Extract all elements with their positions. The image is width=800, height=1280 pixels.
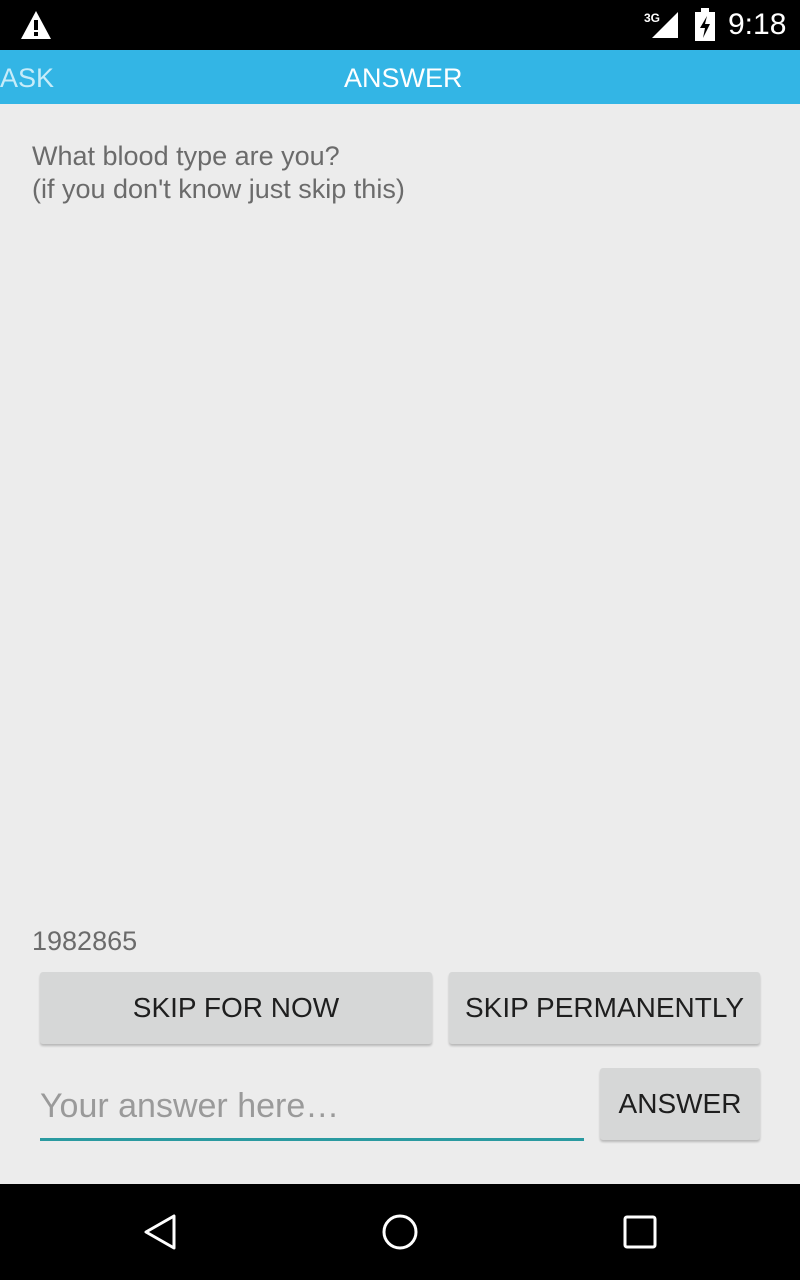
answer-button-label: ANSWER	[618, 1088, 742, 1119]
tab-answer[interactable]: ANSWER	[344, 50, 463, 104]
skip-permanently-button[interactable]: SKIP PERMANENTLY	[449, 972, 760, 1044]
skip-permanently-label: SKIP PERMANENTLY	[464, 992, 745, 1023]
status-time: 9:18	[728, 8, 787, 41]
tab-ask[interactable]: ASK	[0, 50, 54, 104]
question-text: What blood type are you? (if you don't k…	[32, 140, 772, 206]
answer-button[interactable]: ANSWER	[600, 1068, 760, 1140]
recents-icon[interactable]	[620, 1212, 660, 1252]
question-line: What blood type are you?	[32, 141, 340, 171]
skip-for-now-label: SKIP FOR NOW	[132, 992, 340, 1023]
answer-input[interactable]	[40, 1074, 584, 1141]
question-id: 1982865	[32, 926, 138, 956]
signal-3g-icon: 3G	[644, 11, 678, 38]
battery-charging-icon	[695, 8, 715, 41]
skip-for-now-button[interactable]: SKIP FOR NOW	[40, 972, 432, 1044]
question-hint: (if you don't know just skip this)	[32, 174, 405, 204]
svg-text:3G: 3G	[644, 11, 660, 25]
status-bar: 3G 9:18	[0, 0, 800, 50]
tab-bar: ASK ANSWER	[0, 50, 800, 104]
back-icon[interactable]	[140, 1212, 180, 1252]
navigation-bar	[0, 1184, 800, 1280]
home-icon[interactable]	[380, 1212, 420, 1252]
warning-icon	[21, 11, 51, 39]
